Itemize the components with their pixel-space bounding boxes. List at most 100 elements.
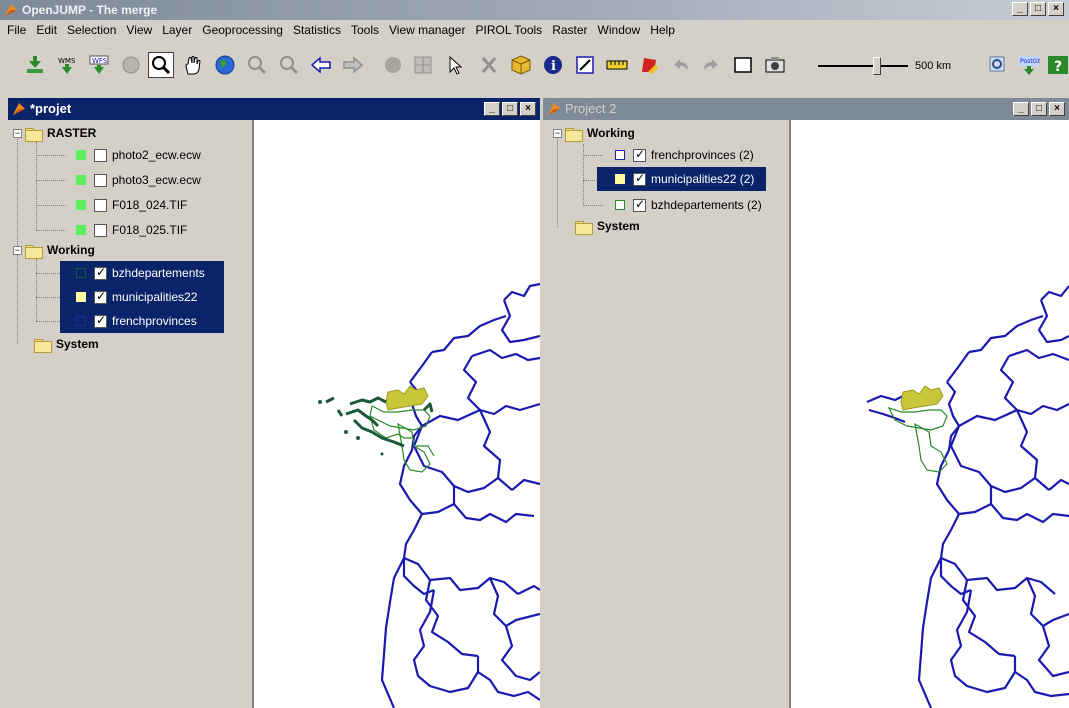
globe-button[interactable]	[212, 52, 238, 78]
grid-button[interactable]	[410, 52, 436, 78]
layer-label: municipalities22	[112, 290, 198, 304]
layer-f018-025[interactable]: F018_025.TIF	[76, 220, 187, 240]
menu-file[interactable]: File	[2, 23, 31, 37]
frame2-minimize-button[interactable]: _	[1013, 102, 1029, 116]
menu-edit[interactable]: Edit	[31, 23, 62, 37]
menu-selection[interactable]: Selection	[62, 23, 121, 37]
box-icon	[511, 55, 531, 75]
zoom-out-button[interactable]	[276, 52, 302, 78]
redo-button[interactable]	[698, 52, 724, 78]
frame1-maximize-button[interactable]: □	[502, 102, 518, 116]
delete-button[interactable]	[476, 52, 502, 78]
svg-text:i: i	[551, 59, 556, 74]
tree-category-raster[interactable]: − RASTER	[13, 123, 96, 143]
layer-frenchprovinces-2[interactable]: frenchprovinces (2)	[615, 145, 754, 165]
folder-icon	[25, 127, 43, 142]
zoom-layer-icon	[385, 57, 401, 73]
select-button[interactable]	[442, 52, 468, 78]
collapse-working-toggle[interactable]: −	[553, 128, 562, 138]
maximize-button[interactable]: □	[1030, 2, 1046, 16]
slider-track	[818, 65, 908, 67]
layer-visibility-checkbox[interactable]	[94, 289, 107, 304]
layer-bzhdepartements[interactable]: bzhdepartements	[76, 263, 205, 283]
layer-visibility-checkbox[interactable]	[94, 148, 107, 162]
menu-view[interactable]: View	[121, 23, 157, 37]
zoom-layer-button[interactable]	[380, 52, 406, 78]
load-dataset-button[interactable]	[22, 52, 48, 78]
layer-municipalities22[interactable]: municipalities22	[76, 287, 197, 307]
zoom-button[interactable]	[148, 52, 174, 78]
back-button[interactable]	[308, 52, 334, 78]
collapse-raster-toggle[interactable]: −	[13, 128, 22, 138]
layer-visibility-checkbox[interactable]	[94, 173, 107, 187]
measure-button[interactable]	[604, 52, 630, 78]
tree-category-system[interactable]: System	[34, 334, 99, 354]
menu-geoprocessing[interactable]: Geoprocessing	[197, 23, 288, 37]
layer-visibility-checkbox[interactable]	[633, 197, 646, 212]
layer-visibility-checkbox[interactable]	[94, 265, 107, 280]
layer-visibility-checkbox[interactable]	[94, 223, 107, 237]
zoom-in-button[interactable]	[244, 52, 270, 78]
postgis-button[interactable]: PostGIS	[1016, 52, 1042, 78]
layer-visibility-checkbox[interactable]	[633, 147, 646, 162]
menu-help[interactable]: Help	[645, 23, 680, 37]
box-button[interactable]	[508, 52, 534, 78]
help-button[interactable]: ?	[1045, 52, 1069, 78]
camera-button[interactable]	[762, 52, 788, 78]
layer-visibility-checkbox[interactable]	[633, 171, 646, 186]
layer-frenchprovinces[interactable]: frenchprovinces	[76, 311, 197, 331]
layer-style-swatch	[615, 150, 625, 160]
rectangle-icon	[734, 57, 752, 73]
openjump-logo-icon	[13, 103, 25, 115]
layer-municipalities22-2[interactable]: municipalities22 (2)	[615, 169, 754, 189]
info-button[interactable]: i	[540, 52, 566, 78]
layer-visibility-checkbox[interactable]	[94, 313, 107, 328]
menu-view-manager[interactable]: View manager	[384, 23, 471, 37]
menu-layer[interactable]: Layer	[157, 23, 197, 37]
draw-button[interactable]	[636, 52, 662, 78]
minimize-button[interactable]: _	[1012, 2, 1028, 16]
collapse-working-toggle[interactable]: −	[13, 245, 22, 255]
undo-icon	[674, 59, 688, 70]
layer-photo3-ecw[interactable]: photo3_ecw.ecw	[76, 170, 201, 190]
scale-slider[interactable]	[818, 57, 908, 75]
frame1-title: *projet	[30, 101, 72, 116]
frame2-maximize-button[interactable]: □	[1031, 102, 1047, 116]
tree-category-working[interactable]: − Working	[553, 123, 635, 143]
frame1-minimize-button[interactable]: _	[484, 102, 500, 116]
zoom-extent-icon	[989, 56, 1005, 72]
rectangle-button[interactable]	[730, 52, 756, 78]
menu-statistics[interactable]: Statistics	[288, 23, 346, 37]
close-button[interactable]: ×	[1048, 2, 1064, 16]
info-icon: i	[544, 56, 562, 74]
menu-pirol-tools[interactable]: PIROL Tools	[470, 23, 547, 37]
pan-button[interactable]	[180, 52, 206, 78]
edit-button[interactable]	[572, 52, 598, 78]
globe-disabled-button[interactable]	[118, 52, 144, 78]
frame2-close-button[interactable]: ×	[1049, 102, 1065, 116]
menu-tools[interactable]: Tools	[346, 23, 384, 37]
layer-visibility-checkbox[interactable]	[94, 198, 107, 212]
layer-photo2-ecw[interactable]: photo2_ecw.ecw	[76, 145, 201, 165]
load-dataset-icon	[27, 56, 43, 73]
layer-style-swatch	[76, 316, 86, 326]
wms-button[interactable]: WMS	[54, 52, 80, 78]
menu-window[interactable]: Window	[593, 23, 646, 37]
layer-bzhdepartements-2[interactable]: bzhdepartements (2)	[615, 195, 762, 215]
undo-button[interactable]	[668, 52, 694, 78]
menu-raster[interactable]: Raster	[547, 23, 592, 37]
zoom-out-icon	[280, 56, 299, 75]
slider-thumb[interactable]	[873, 57, 881, 75]
forward-button[interactable]	[340, 52, 366, 78]
frame1-map-canvas[interactable]	[252, 120, 541, 708]
layer-label: frenchprovinces (2)	[651, 148, 754, 162]
layer-f018-024[interactable]: F018_024.TIF	[76, 195, 187, 215]
tree-category-system[interactable]: System	[575, 216, 640, 236]
zoom-extent-button[interactable]	[985, 52, 1011, 78]
frame1-close-button[interactable]: ×	[520, 102, 536, 116]
wfs-button[interactable]: WFS	[86, 52, 112, 78]
layer-style-swatch	[76, 225, 86, 235]
tree-category-working[interactable]: − Working	[13, 240, 95, 260]
frame2-map-canvas[interactable]	[789, 120, 1069, 708]
app-title: OpenJUMP - The merge	[22, 3, 158, 17]
